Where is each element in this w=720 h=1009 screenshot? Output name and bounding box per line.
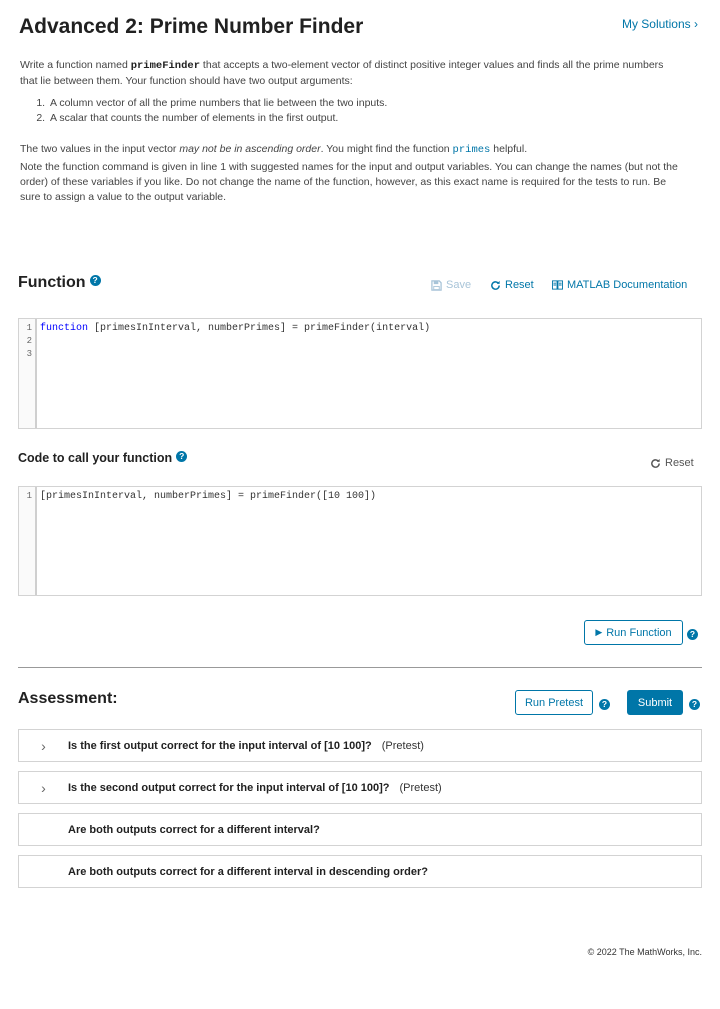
run-pretest-button[interactable]: Run Pretest [515, 690, 593, 715]
book-icon [552, 280, 563, 290]
description-paragraph-1: Write a function named primeFinder that … [20, 59, 664, 87]
help-icon[interactable]: ? [687, 629, 698, 640]
test-row[interactable]: › Is the second output correct for the i… [18, 771, 702, 804]
code-lines[interactable]: [primesInInterval, numberPrimes] = prime… [40, 490, 701, 503]
code-lines[interactable]: function [primesInInterval, numberPrimes… [40, 322, 701, 361]
matlab-documentation-button[interactable]: MATLAB Documentation [552, 279, 687, 291]
submit-button[interactable]: Submit [627, 690, 683, 715]
help-icon[interactable]: ? [599, 699, 610, 710]
primes-doc-link[interactable]: primes [453, 144, 491, 156]
save-icon [431, 279, 442, 291]
code-line[interactable]: [primesInInterval, numberPrimes] = prime… [40, 490, 701, 503]
list-item: A scalar that counts the number of eleme… [48, 111, 680, 126]
assessment-title: Assessment: [18, 690, 118, 707]
chevron-right-icon: › [694, 17, 698, 31]
run-function-button[interactable]: ▶ Run Function [584, 620, 683, 645]
problem-description: Write a function named primeFinder that … [20, 58, 680, 205]
function-code-editor[interactable]: 1 2 3 function [primesInInterval, number… [18, 318, 702, 429]
save-button[interactable]: Save [431, 279, 471, 291]
code-line[interactable]: function [primesInInterval, numberPrimes… [40, 322, 701, 335]
function-name-code: primeFinder [130, 60, 201, 72]
my-solutions-label: My Solutions [621, 17, 691, 31]
chevron-right-icon[interactable]: › [19, 738, 68, 754]
help-icon[interactable]: ? [89, 275, 101, 287]
list-item: A column vector of all the prime numbers… [48, 96, 680, 111]
line-number-gutter: 1 [19, 487, 37, 595]
reset-icon [491, 280, 500, 290]
test-row: › Are both outputs correct for a differe… [18, 813, 702, 846]
code-line[interactable] [40, 348, 701, 361]
output-list: A column vector of all the prime numbers… [48, 96, 680, 126]
page-title: Advanced 2: Prime Number Finder [19, 15, 364, 38]
play-icon: ▶ [595, 627, 603, 637]
reset-function-button[interactable]: Reset [490, 279, 534, 291]
chevron-right-icon[interactable]: › [19, 780, 68, 796]
section-divider [18, 667, 702, 668]
test-row[interactable]: › Is the first output correct for the in… [18, 729, 702, 762]
reset-call-button[interactable]: Reset [650, 457, 694, 469]
my-solutions-link[interactable]: My Solutions › [622, 17, 698, 31]
copyright-footer: © 2022 The MathWorks, Inc. [587, 947, 702, 957]
help-icon[interactable]: ? [689, 699, 700, 710]
description-paragraph-3: Note the function command is given in li… [20, 161, 678, 203]
line-number-gutter: 1 2 3 [19, 319, 37, 428]
call-code-editor[interactable]: 1 [primesInInterval, numberPrimes] = pri… [18, 486, 702, 596]
test-row: › Are both outputs correct for a differe… [18, 855, 702, 888]
help-icon[interactable]: ? [176, 451, 188, 463]
code-line[interactable] [40, 335, 701, 348]
description-paragraph-2: The two values in the input vector may n… [20, 143, 528, 156]
reset-icon [651, 458, 660, 468]
function-section-title: Function? [18, 274, 101, 292]
call-section-title: Code to call your function? [18, 451, 188, 465]
